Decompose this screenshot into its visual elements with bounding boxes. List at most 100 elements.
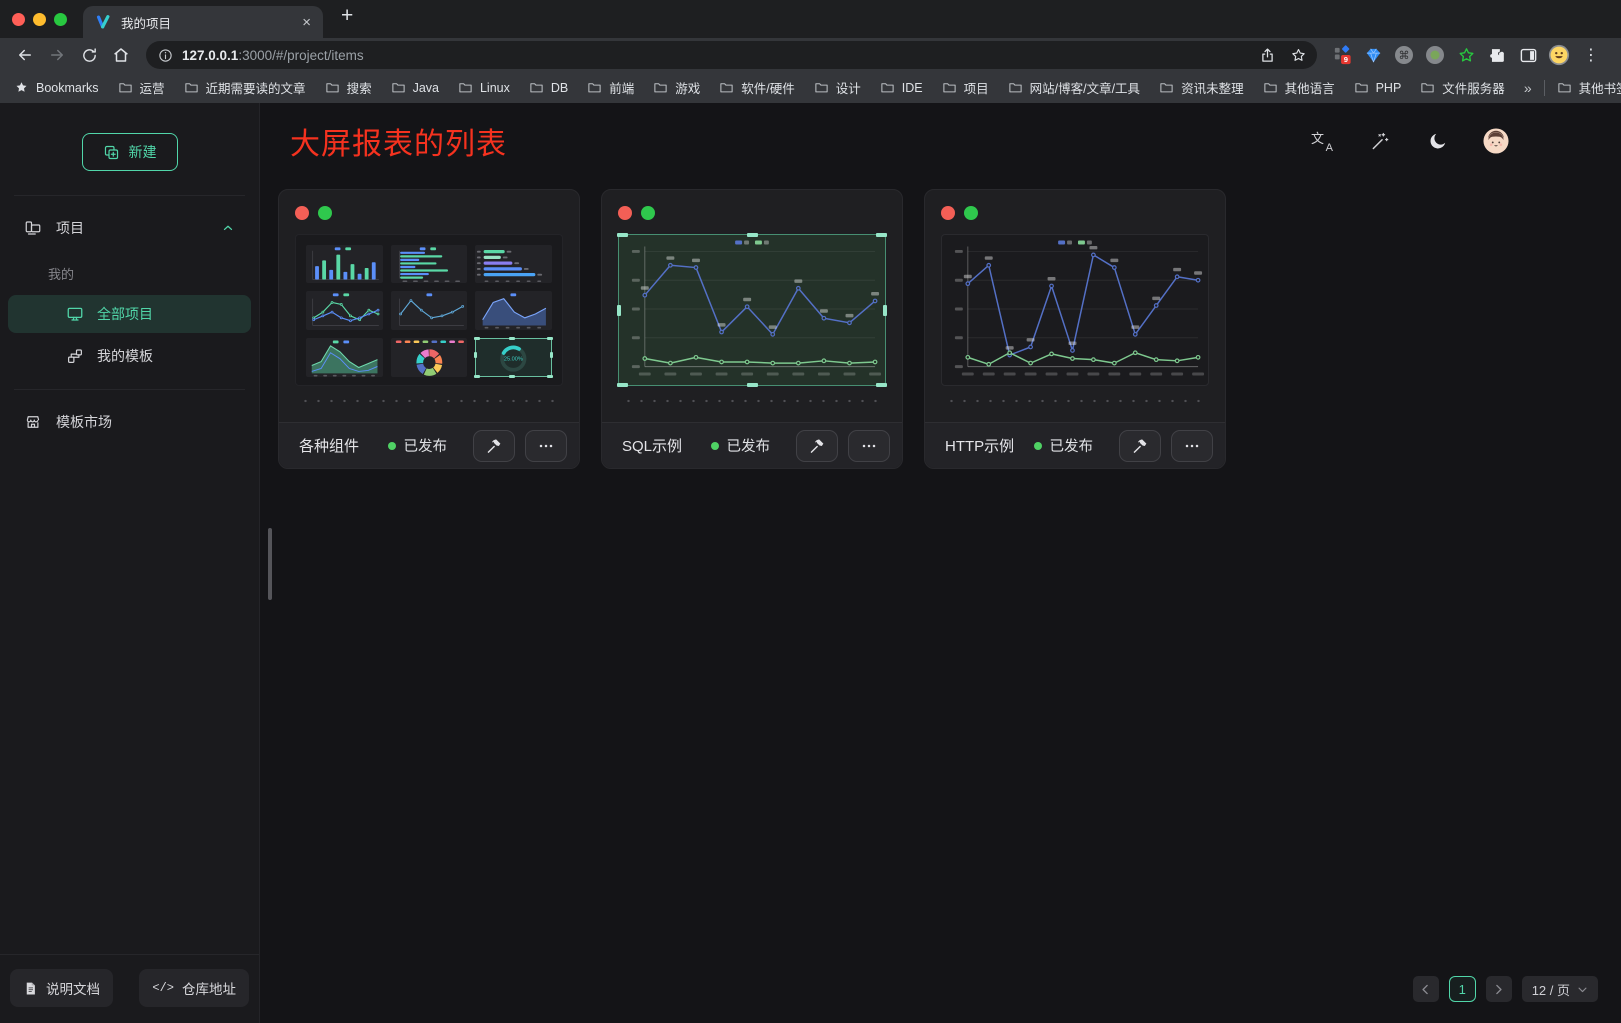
edit-project-button[interactable] bbox=[473, 430, 515, 462]
bookmark-folder[interactable]: IDE bbox=[880, 78, 923, 97]
zoom-window-button[interactable] bbox=[54, 13, 67, 26]
folder-icon bbox=[458, 80, 473, 95]
more-actions-button[interactable] bbox=[525, 430, 567, 462]
selection-handle[interactable] bbox=[474, 337, 480, 340]
forward-icon[interactable] bbox=[42, 40, 72, 70]
bookmark-folder[interactable]: 游戏 bbox=[653, 78, 700, 97]
project-status: 已发布 bbox=[1034, 435, 1109, 456]
selection-handle[interactable] bbox=[509, 337, 515, 340]
magic-wand-icon[interactable] bbox=[1367, 128, 1393, 154]
status-dot bbox=[1034, 442, 1042, 450]
new-tab-button[interactable]: + bbox=[341, 4, 353, 28]
home-icon[interactable] bbox=[106, 40, 136, 70]
selection-handle[interactable] bbox=[509, 375, 515, 378]
bookmark-folder[interactable]: PHP bbox=[1354, 78, 1402, 97]
page-size-select[interactable]: 12 / 页 bbox=[1522, 976, 1598, 1002]
bookmark-folder[interactable]: 项目 bbox=[942, 78, 989, 97]
back-icon[interactable] bbox=[10, 40, 40, 70]
sidebar-group-projects[interactable]: 项目 bbox=[0, 208, 259, 248]
preview-pagination-dots bbox=[943, 399, 1207, 403]
repo-button[interactable]: </> 仓库地址 bbox=[139, 969, 249, 1007]
bookmarks-root[interactable]: Bookmarks bbox=[14, 80, 99, 95]
browser-menu-icon[interactable]: ⋮ bbox=[1579, 45, 1603, 65]
card-footer: HTTP示例 已发布 bbox=[925, 422, 1225, 468]
bookmark-folder[interactable]: 软件/硬件 bbox=[719, 78, 794, 97]
bookmark-folder[interactable]: Java bbox=[391, 78, 439, 97]
bookmark-star-icon[interactable] bbox=[1287, 44, 1309, 66]
extensions-puzzle-icon[interactable] bbox=[1486, 44, 1508, 66]
minimize-window-button[interactable] bbox=[33, 13, 46, 26]
selection-handle[interactable] bbox=[474, 352, 477, 358]
selection-handle[interactable] bbox=[617, 305, 621, 316]
selection-handle[interactable] bbox=[747, 383, 758, 387]
selection-handle[interactable] bbox=[550, 352, 553, 358]
extension-gem-icon[interactable] bbox=[1362, 44, 1384, 66]
selection-handle[interactable] bbox=[474, 375, 480, 378]
selection-handle[interactable] bbox=[747, 233, 758, 237]
browser-tab[interactable]: 我的项目 × bbox=[83, 6, 323, 38]
extension-record-icon[interactable] bbox=[1424, 44, 1446, 66]
bookmark-folder[interactable]: 搜索 bbox=[325, 78, 372, 97]
close-window-button[interactable] bbox=[12, 13, 25, 26]
sidebar-group-label: 项目 bbox=[56, 218, 84, 238]
chevron-up-icon[interactable] bbox=[221, 221, 235, 235]
new-project-button[interactable]: 新建 bbox=[82, 133, 178, 171]
reload-icon[interactable] bbox=[74, 40, 104, 70]
next-page-button[interactable] bbox=[1486, 976, 1512, 1002]
sidebar-item-my-templates[interactable]: 我的模板 bbox=[8, 337, 251, 375]
bookmark-folder[interactable]: 网站/博客/文章/工具 bbox=[1008, 78, 1140, 97]
extension-command-icon[interactable]: ⌘ bbox=[1393, 44, 1415, 66]
selection-handle[interactable] bbox=[876, 383, 887, 387]
sidebar-item-template-market[interactable]: 模板市场 bbox=[0, 402, 259, 442]
extension-grid-icon[interactable]: 9 bbox=[1331, 44, 1353, 66]
project-preview[interactable] bbox=[618, 234, 886, 386]
bookmark-folder[interactable]: DB bbox=[529, 78, 568, 97]
share-icon[interactable] bbox=[1256, 44, 1278, 66]
bookmark-folder[interactable]: 近期需要读的文章 bbox=[184, 78, 306, 97]
hammer-icon bbox=[808, 437, 826, 455]
project-card[interactable]: 25.00% 各种组件 已发布 bbox=[278, 189, 580, 469]
bookmark-folder[interactable]: Linux bbox=[458, 78, 510, 97]
selection-handle[interactable] bbox=[547, 337, 553, 340]
current-page-button[interactable]: 1 bbox=[1449, 976, 1476, 1002]
scrollbar-thumb[interactable] bbox=[268, 528, 272, 600]
project-card[interactable]: SQL示例 已发布 bbox=[601, 189, 903, 469]
language-toggle-icon[interactable]: 文A bbox=[1309, 128, 1335, 154]
extension-star-icon[interactable] bbox=[1455, 44, 1477, 66]
sidebar-item-all-projects[interactable]: 全部项目 bbox=[8, 295, 251, 333]
docs-button[interactable]: 说明文档 bbox=[10, 969, 113, 1007]
status-label: 已发布 bbox=[726, 435, 770, 456]
edit-project-button[interactable] bbox=[1119, 430, 1161, 462]
address-bar[interactable]: 127.0.0.1:3000/#/project/items bbox=[146, 41, 1317, 69]
side-panel-icon[interactable] bbox=[1517, 44, 1539, 66]
bookmark-folder[interactable]: 运营 bbox=[118, 78, 165, 97]
user-avatar[interactable] bbox=[1483, 128, 1509, 154]
more-actions-button[interactable] bbox=[1171, 430, 1213, 462]
more-actions-button[interactable] bbox=[848, 430, 890, 462]
card-status-lights bbox=[618, 206, 886, 220]
bookmark-folder[interactable]: 资讯未整理 bbox=[1159, 78, 1244, 97]
project-preview[interactable] bbox=[941, 234, 1209, 386]
bookmark-folder[interactable]: 其他语言 bbox=[1263, 78, 1335, 97]
folder-icon bbox=[653, 80, 668, 95]
edit-project-button[interactable] bbox=[796, 430, 838, 462]
prev-page-button[interactable] bbox=[1413, 976, 1439, 1002]
window-controls[interactable] bbox=[12, 0, 83, 38]
dark-mode-moon-icon[interactable] bbox=[1425, 128, 1451, 154]
site-info-icon[interactable] bbox=[158, 48, 173, 63]
status-label: 已发布 bbox=[1049, 435, 1093, 456]
bookmark-folder[interactable]: 前端 bbox=[587, 78, 634, 97]
selection-handle[interactable] bbox=[876, 233, 887, 237]
selection-handle[interactable] bbox=[547, 375, 553, 378]
selection-handle[interactable] bbox=[883, 305, 887, 316]
selection-handle[interactable] bbox=[617, 233, 628, 237]
close-tab-icon[interactable]: × bbox=[302, 15, 311, 30]
bookmark-folder[interactable]: 文件服务器 bbox=[1420, 78, 1505, 97]
profile-avatar-icon[interactable] bbox=[1548, 44, 1570, 66]
selection-handle[interactable] bbox=[617, 383, 628, 387]
bookmarks-overflow-chevron[interactable]: » bbox=[1524, 80, 1532, 96]
other-bookmarks-folder[interactable]: 其他书签 bbox=[1557, 78, 1621, 97]
project-card[interactable]: HTTP示例 已发布 bbox=[924, 189, 1226, 469]
project-preview[interactable]: 25.00% bbox=[295, 234, 563, 386]
bookmark-folder[interactable]: 设计 bbox=[814, 78, 861, 97]
